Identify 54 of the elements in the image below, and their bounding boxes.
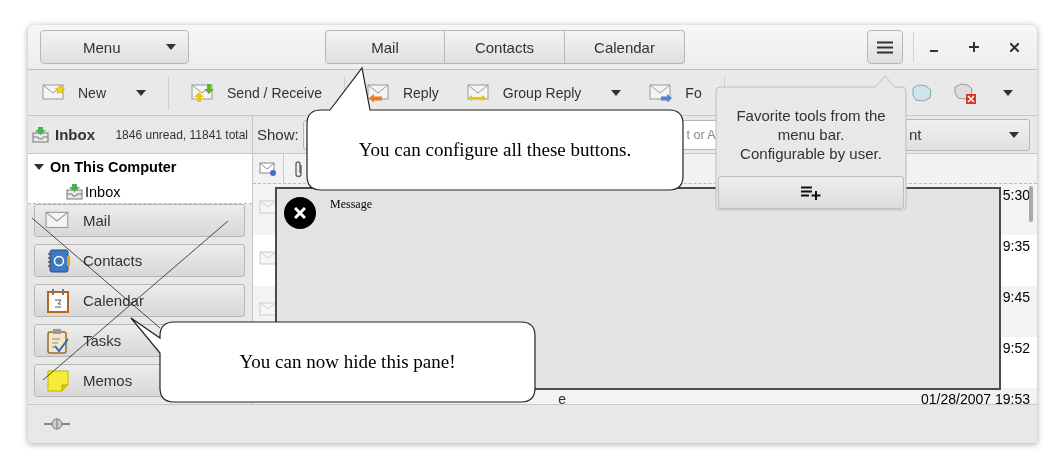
menu-button[interactable] (867, 30, 903, 64)
menu-button[interactable]: Menu (40, 30, 189, 64)
plus-icon (969, 42, 979, 52)
envelope-icon (259, 251, 277, 265)
toolbar-button[interactable]: Group Reply (452, 72, 636, 113)
envelope-arrows-icon (466, 83, 491, 102)
caret-icon (1009, 131, 1019, 138)
caret-icon (166, 44, 176, 50)
message-date: 5:30 (1002, 186, 1030, 203)
scroll-thumb[interactable] (1029, 186, 1033, 222)
toolbar-button[interactable]: Reply (352, 72, 453, 113)
popover-text: Favorite tools from the menu bar. Configurable by user. (735, 106, 887, 163)
message-date: 9:52 (1002, 339, 1030, 356)
callout-text: You can configure all these buttons. (358, 139, 632, 161)
caret-icon (1002, 89, 1013, 96)
crumpled-paper-delete-icon (952, 81, 977, 104)
switcher-button[interactable]: Mail (34, 204, 245, 237)
view-switcher-button[interactable]: Contacts (445, 30, 565, 64)
sticky-note-icon (46, 368, 70, 393)
crumpled-paper-icon (909, 82, 934, 103)
message-counts: 1846 unread, 11841 total (115, 127, 248, 142)
message-date: 9:35 (1002, 237, 1030, 254)
message-date: 9:45 (1002, 288, 1030, 305)
envelope-arrows-icon (191, 83, 215, 102)
close-icon (1009, 42, 1019, 52)
add-tool-button[interactable] (718, 176, 904, 209)
list-add-icon (801, 185, 821, 200)
connection-icon (44, 418, 70, 430)
envelope-icon (259, 302, 277, 316)
preview-label: Message (330, 197, 372, 212)
clipboard-check-icon (46, 327, 70, 354)
paperclip-icon (294, 159, 304, 178)
tree-item[interactable]: Inbox (85, 183, 121, 200)
inbox-tray-icon (32, 126, 49, 143)
envelope-icon (259, 200, 277, 214)
inbox-tray-icon (66, 183, 83, 200)
view-switcher-button[interactable]: Mail (325, 30, 445, 64)
message-subject: e (557, 390, 566, 404)
message-date: 01/28/2007 19:53 (921, 390, 1030, 404)
toolbar-button[interactable]: New (28, 72, 160, 113)
show-label: Show: (257, 126, 299, 143)
close-icon (294, 207, 306, 219)
switcher-button[interactable]: Contacts (34, 244, 245, 277)
envelope-icon (45, 210, 71, 231)
folder-title: Inbox (55, 126, 96, 143)
view-switcher-button[interactable]: Calendar (565, 30, 685, 64)
hamburger-icon (877, 40, 893, 54)
close-button[interactable] (284, 197, 316, 229)
tree-item[interactable]: On This Computer (50, 158, 177, 175)
expander-icon[interactable] (34, 161, 44, 172)
calendar-icon (46, 287, 70, 314)
address-book-icon (45, 247, 71, 274)
toolbar-button[interactable]: Fo (635, 72, 716, 113)
minimize-icon (930, 50, 938, 52)
